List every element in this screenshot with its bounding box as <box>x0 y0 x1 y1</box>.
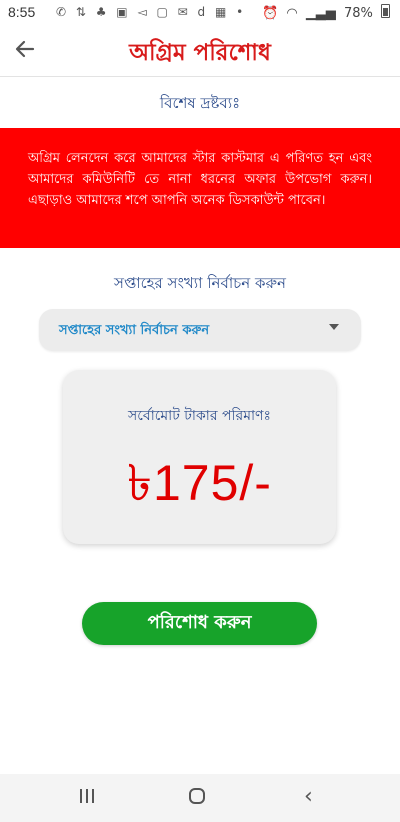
status-time: 8:55 <box>8 4 36 20</box>
caret-down-icon <box>329 324 339 330</box>
signal-icon: ▁▃▅ <box>305 6 336 21</box>
notice-heading: বিশেষ দ্রষ্টব্যঃ <box>159 94 241 112</box>
pay-button[interactable]: পরিশোধ করুন <box>82 602 317 645</box>
app-bar: অগ্রিম পরিশোধ <box>0 26 400 77</box>
recent-apps-icon[interactable] <box>78 789 96 805</box>
week-count-selected-value: সপ্তাহের সংখ্যা নির্বাচন করুন <box>59 323 210 338</box>
notification-icons: ✆ ⇅ ♣ ▣ ◅ ▢ ✉ d ▦ • <box>56 5 247 19</box>
home-icon[interactable] <box>189 788 205 804</box>
total-amount-value: ৳175/- <box>127 455 272 511</box>
page-title: অগ্রিম পরিশোধ <box>129 40 271 66</box>
alarm-icon: ⏰ <box>262 6 279 21</box>
status-right-icons: ⏰ ◠ ▁▃▅ 78% <box>258 4 390 21</box>
system-nav-bar: ‹ <box>0 774 400 822</box>
notice-box: অগ্রিম লেনদেন করে আমাদের স্টার কাস্টমার … <box>0 128 400 248</box>
notice-text: অগ্রিম লেনদেন করে আমাদের স্টার কাস্টমার … <box>28 151 372 208</box>
battery-percent: 78% <box>343 6 373 21</box>
nav-back-icon[interactable]: ‹ <box>304 784 313 809</box>
total-amount-card: সর্বোমোট টাকার পরিমাণঃ ৳175/- <box>63 370 336 544</box>
status-bar: 8:55 ✆ ⇅ ♣ ▣ ◅ ▢ ✉ d ▦ • ⏰ ◠ ▁▃▅ 78% <box>0 0 400 26</box>
battery-icon <box>381 4 390 18</box>
total-amount-label: সর্বোমোট টাকার পরিমাণঃ <box>128 408 271 424</box>
week-count-dropdown[interactable]: সপ্তাহের সংখ্যা নির্বাচন করুন <box>39 309 361 351</box>
week-count-label: সপ্তাহের সংখ্যা নির্বাচন করুন <box>114 274 286 292</box>
wifi-icon: ◠ <box>286 6 298 21</box>
